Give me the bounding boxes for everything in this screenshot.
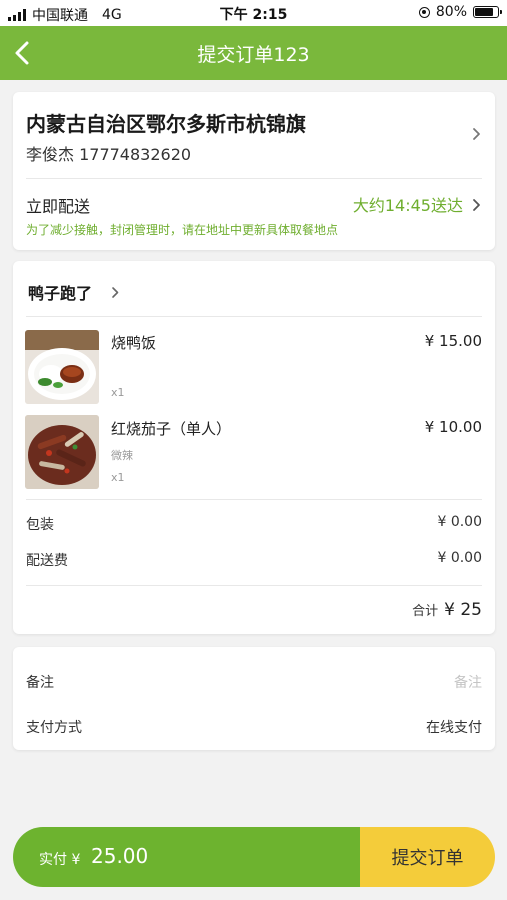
packaging-value: ¥ 0.00	[437, 514, 482, 530]
status-bar: 中国联通 4G 下午 2:15 80%	[0, 0, 507, 26]
chevron-right-icon	[112, 287, 119, 298]
item-spec: 微辣	[111, 449, 133, 462]
battery-percent: 80%	[435, 4, 467, 20]
total-value: ¥ 25	[444, 600, 482, 620]
food-image-roast-duck	[25, 330, 99, 404]
item-quantity: x1	[111, 471, 125, 484]
divider	[26, 499, 482, 500]
shop-link[interactable]: 鸭子跑了	[13, 261, 153, 316]
payment-label: 支付方式	[26, 720, 82, 736]
delivery-fee-value: ¥ 0.00	[437, 550, 482, 566]
total-label: 合计	[412, 604, 439, 619]
extras-card: 备注 备注 支付方式 在线支付	[13, 647, 495, 750]
item-name: 红烧茄子（单人）	[111, 420, 232, 438]
address-card: 内蒙古自治区鄂尔多斯市杭锦旗 李俊杰 17774832620 立即配送 大约14…	[13, 92, 495, 250]
delivery-fee-label: 配送费	[26, 553, 68, 569]
chevron-right-icon	[473, 128, 480, 140]
delivery-time-selector[interactable]: 立即配送 大约14:45送达 为了减少接触，封闭管理时，请在地址中更新具体取餐地…	[13, 179, 495, 250]
item-quantity: x1	[111, 386, 125, 399]
payment-method-row[interactable]: 支付方式 在线支付	[13, 702, 495, 750]
pay-label: 实付 ¥	[39, 852, 81, 868]
status-right: 80%	[418, 4, 502, 20]
battery-fill	[475, 8, 493, 16]
divider	[26, 316, 482, 317]
shop-name: 鸭子跑了	[28, 284, 93, 303]
item-price: ¥ 15.00	[424, 332, 482, 350]
pay-amount-section: 实付 ¥ 25.00	[13, 827, 360, 887]
chevron-right-icon	[473, 199, 480, 211]
divider	[26, 585, 482, 586]
payment-value: 在线支付	[426, 720, 482, 736]
nav-header: 提交订单123	[0, 26, 507, 80]
delivery-note: 为了减少接触，封闭管理时，请在地址中更新具体取餐地点	[26, 223, 339, 237]
submit-order-button[interactable]: 提交订单	[360, 827, 495, 887]
item-price: ¥ 10.00	[424, 418, 482, 436]
remark-input[interactable]: 备注	[454, 672, 482, 692]
contact-text: 李俊杰 17774832620	[26, 145, 192, 164]
packaging-label: 包装	[26, 517, 54, 533]
total-row: 合计 ¥ 25	[412, 600, 482, 620]
checkout-bar: 实付 ¥ 25.00 提交订单	[13, 827, 495, 887]
pay-amount: 25.00	[91, 844, 149, 868]
remark-label: 备注	[26, 675, 54, 691]
orientation-lock-icon	[418, 6, 430, 18]
address-selector[interactable]: 内蒙古自治区鄂尔多斯市杭锦旗 李俊杰 17774832620	[13, 92, 495, 178]
order-card: 鸭子跑了 烧鸭饭 ¥ 15.00 x1 红烧茄子（单人） ¥ 10.00 微辣 …	[13, 261, 495, 634]
remark-row[interactable]: 备注 备注	[13, 647, 495, 702]
item-name: 烧鸭饭	[111, 334, 157, 352]
page-title: 提交订单123	[197, 44, 310, 66]
address-text: 内蒙古自治区鄂尔多斯市杭锦旗	[26, 112, 306, 136]
delivery-time: 大约14:45送达	[352, 196, 463, 215]
food-image-braised-eggplant	[25, 415, 99, 489]
battery-icon	[473, 6, 502, 18]
delivery-label: 立即配送	[26, 197, 91, 216]
